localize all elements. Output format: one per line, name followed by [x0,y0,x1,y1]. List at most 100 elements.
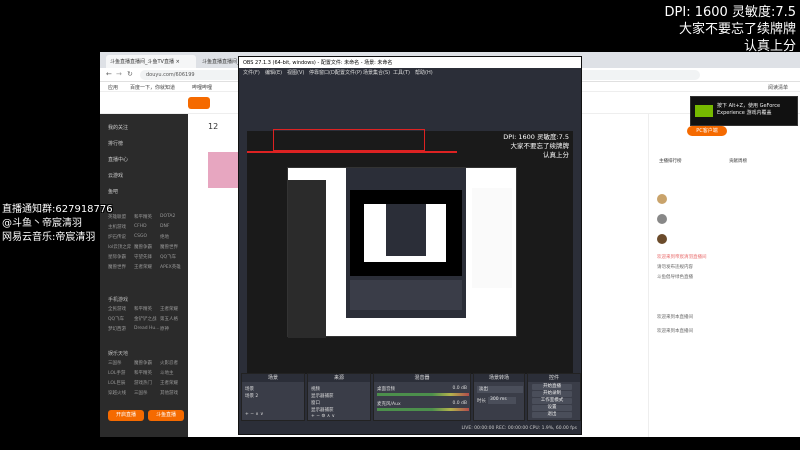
download-button[interactable]: 斗鱼直播 [148,410,184,421]
add-scene-icon[interactable]: + − ∧ ∨ [245,412,263,417]
category-link[interactable]: QQ飞车 [160,254,176,260]
category-link[interactable]: 魔兽争霸 [134,244,152,250]
category-link[interactable]: DNF [160,224,169,229]
category-link[interactable]: 火影忍者 [160,360,178,366]
open-live-button[interactable]: 开启直播 [108,410,144,421]
source-item[interactable]: 窗口 [311,400,320,406]
sidebar-item-follow[interactable]: 我的关注 [108,124,128,131]
category-link[interactable]: 梦幻西游 [108,326,126,332]
category-link[interactable]: 王者荣耀 [134,264,152,270]
category-link[interactable]: 魔兽世界 [108,264,126,270]
source-item[interactable]: 显示器捕获 [311,407,334,413]
category-link[interactable]: lol云顶之弈 [108,244,131,250]
category-link[interactable]: 其他游戏 [160,390,178,396]
back-icon[interactable]: ← [106,70,112,78]
category-link[interactable]: 绝地 [160,234,169,240]
forward-icon[interactable]: → [116,70,122,78]
menu-edit[interactable]: 编辑(E) [265,69,282,76]
scene-item[interactable]: 场景 [245,386,254,392]
category-link[interactable]: CFHD [134,224,147,229]
category-link[interactable]: 穿越火线 [108,390,126,396]
category-link[interactable]: 三国杀 [108,360,122,366]
bookmark-bilibili[interactable]: 哔哩哔哩 [192,84,212,91]
category-link[interactable]: 守望先锋 [134,254,152,260]
transition-select[interactable]: 淡出 [477,386,523,393]
mixer-desktop-audio: 桌面音频 [377,387,395,392]
avatar[interactable] [657,214,667,224]
menu-docks[interactable]: 停靠窗口(D) [309,69,337,76]
count-badge: 12 [208,122,219,131]
category-link[interactable]: QQ飞车 [108,316,124,322]
mixer-db-1: 0.0 dB [452,386,467,391]
thumbnail-peppa[interactable] [208,152,238,188]
start-recording-button[interactable]: 开始录制 [532,391,572,397]
menu-scene-collection[interactable]: 场景集合(S) [363,69,390,76]
category-link[interactable]: 和平精英 [134,214,152,220]
douyu-logo[interactable] [188,97,210,109]
avatar[interactable] [657,194,667,204]
category-link[interactable]: 主机游戏 [108,224,126,230]
category-link[interactable]: 斗地主 [160,370,174,376]
settings-button[interactable]: 设置 [532,405,572,411]
category-link[interactable]: 三国杀 [134,390,148,396]
bookmark-apps[interactable]: 应用 [108,84,118,91]
category-link[interactable]: Dread Hu... [134,326,160,331]
category-link[interactable]: 魔兽争霸 [134,360,152,366]
category-link[interactable]: 游戏热门 [134,380,152,386]
category-link[interactable]: 星际争霸 [108,254,126,260]
sidebar-item-cloud-game[interactable]: 云游戏 [108,172,123,179]
avatar[interactable] [657,234,667,244]
rank-tab-contrib[interactable]: 贡献周榜 [729,158,747,164]
menu-file[interactable]: 文件(F) [243,69,260,76]
menu-profile[interactable]: 配置文件(P) [335,69,362,76]
menu-view[interactable]: 视图(V) [287,69,304,76]
studio-mode-button[interactable]: 工作室模式 [532,398,572,404]
rank-tab-anchor[interactable]: 主播排行榜 [659,158,682,164]
scenes-dock-title: 场景 [242,374,304,382]
menu-help[interactable]: 帮助(H) [415,69,433,76]
add-source-icon[interactable]: + − ⚙ ∧ ∨ [311,414,335,419]
nested-sidebar [288,180,326,338]
category-link[interactable]: LOL手游 [108,370,125,376]
sidebar-item-yuba[interactable]: 鱼吧 [108,188,118,195]
category-link[interactable]: 第五人格 [160,316,178,322]
category-link[interactable]: 炉石传说 [108,234,126,240]
bookmark-baidu[interactable]: 百度一下，你就知道 [130,84,175,91]
category-link[interactable]: LOL巨辰 [108,380,125,386]
category-link[interactable]: 金铲铲之战 [134,316,157,322]
start-streaming-button[interactable]: 开始直播 [532,384,572,390]
source-item[interactable]: 显示器捕获 [311,393,334,399]
nested-overlay: DPI: 1600 灵敏度:7.5 大家不要忘了续牌牌 认真上分 [503,133,569,160]
obs-preview[interactable]: DPI: 1600 灵敏度:7.5 大家不要忘了续牌牌 认真上分 [247,129,573,374]
category-link[interactable]: 王者荣耀 [160,306,178,312]
category-link[interactable]: 和平精英 [134,306,152,312]
reload-icon[interactable]: ↻ [127,70,133,78]
category-link[interactable]: 全民游戏 [108,306,126,312]
nested-overlay-line1: DPI: 1600 灵敏度:7.5 [503,133,569,141]
pc-client-button[interactable]: PC客户端 [687,126,727,136]
scenes-dock: 场景 场景 场景 2 + − ∧ ∨ [241,373,305,421]
obs-status-text: LIVE: 00:00:00 REC: 00:00:00 CPU: 1.9%, … [461,426,577,431]
duration-input[interactable]: 300 ms [488,397,516,404]
mixer-dock: 混音器 桌面音频 0.0 dB 麦克风/Aux 0.0 dB [373,373,471,421]
nested-chat [472,188,512,288]
category-link[interactable]: APEX英雄 [160,264,181,270]
geforce-notice-text: 按下 Alt+Z，使用 GeForce Experience 游戏内覆盖 [717,103,781,116]
selection-box[interactable] [273,129,425,151]
category-link[interactable]: DOTA2 [160,214,175,219]
volume-meter [377,393,469,396]
source-item[interactable]: 视频 [311,386,320,392]
sidebar-item-live-center[interactable]: 直播中心 [108,156,128,163]
category-link[interactable]: 原神 [160,326,169,332]
scene-item[interactable]: 场景 2 [245,393,258,399]
reading-list[interactable]: 阅读清单 [768,84,788,91]
browser-tab-1[interactable]: 斗鱼直播直播间_斗鱼TV直播 × [106,55,196,68]
nvidia-icon [695,105,713,117]
menu-tools[interactable]: 工具(T) [393,69,410,76]
category-link[interactable]: 和平精英 [134,370,152,376]
category-link[interactable]: 王者荣耀 [160,380,178,386]
sidebar-item-rank[interactable]: 排行榜 [108,140,123,147]
category-link[interactable]: CSGO [134,234,147,239]
exit-button[interactable]: 退出 [532,412,572,418]
category-link[interactable]: 魔兽世界 [160,244,178,250]
